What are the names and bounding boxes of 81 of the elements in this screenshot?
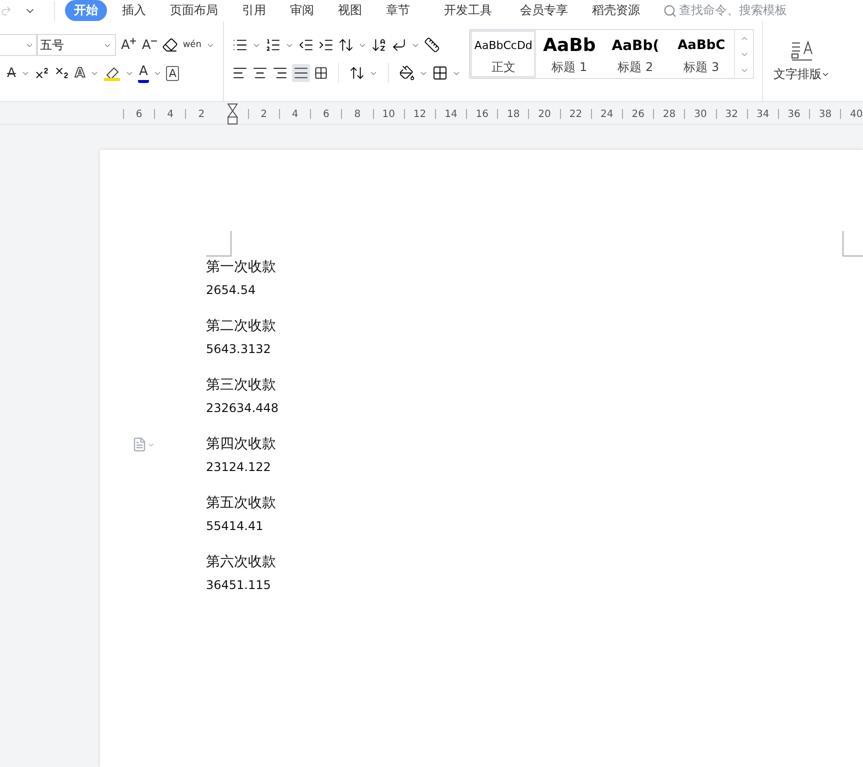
paragraph-text: 第三次收款: [206, 376, 277, 394]
decrease-indent-icon[interactable]: [298, 37, 314, 53]
ruler-label: 20: [528, 109, 560, 119]
ruler-label: 22: [560, 109, 591, 119]
character-border-button[interactable]: A: [166, 66, 180, 80]
style-option[interactable]: AaBb( 标题 2: [602, 30, 668, 78]
ruler-label: 40: [840, 109, 863, 119]
grow-font-button[interactable]: A: [120, 36, 137, 54]
menu-tab[interactable]: 章节: [377, 0, 419, 21]
ruler-label: 36: [778, 109, 810, 119]
style-option[interactable]: AaBb 标题 1: [536, 30, 602, 78]
paragraph-text: 232634.448: [206, 401, 280, 415]
margin-corner-icon: [206, 231, 232, 257]
paragraph-text: 36451.115: [206, 578, 272, 592]
text-layout-icon[interactable]: [790, 40, 814, 62]
style-option[interactable]: AaBbCcDd 正文: [470, 30, 536, 78]
subscript-icon[interactable]: [54, 65, 70, 81]
ruler-label: 34: [746, 109, 778, 119]
ruler-icon[interactable]: [424, 37, 440, 53]
ruler-label: 6: [310, 109, 342, 119]
align-left-icon[interactable]: [232, 65, 248, 81]
menu-tab[interactable]: 会员专享: [511, 0, 577, 21]
ruler-label: 4: [278, 109, 310, 119]
borders-icon[interactable]: [432, 65, 448, 81]
sort-icon[interactable]: [371, 37, 388, 53]
ruler-label: 24: [590, 109, 622, 119]
menu-tab[interactable]: 开发工具: [435, 0, 501, 21]
line-break-icon[interactable]: [391, 37, 408, 53]
shrink-font-button[interactable]: A: [140, 36, 158, 54]
ruler-label: 14: [434, 109, 466, 119]
ruler-label: 18: [497, 109, 528, 119]
numbered-list-icon[interactable]: [265, 37, 282, 53]
eraser-icon[interactable]: [162, 37, 178, 53]
menu-tab[interactable]: 插入: [113, 0, 155, 21]
ruler-label: 10: [372, 109, 404, 119]
align-center-icon[interactable]: [252, 65, 268, 81]
paragraph-text: 第二次收款: [206, 317, 277, 335]
menu-tab[interactable]: 稻壳资源: [583, 0, 649, 21]
paragraph-text: 第一次收款: [206, 258, 277, 276]
strikethrough-button[interactable]: A: [6, 64, 17, 82]
menu-tab[interactable]: 引用: [233, 0, 275, 21]
paragraph-text: 5643.3132: [206, 342, 272, 356]
phonetic-button[interactable]: wén: [182, 40, 202, 50]
line-spacing-icon[interactable]: [349, 65, 366, 81]
ruler-label: 26: [622, 109, 654, 119]
ruler-label: 6: [123, 109, 154, 119]
paragraph-text: 23124.122: [206, 460, 272, 474]
menu-tab[interactable]: 视图: [329, 0, 371, 21]
style-option[interactable]: AaBbC 标题 3: [668, 30, 734, 78]
text-effect-button[interactable]: A: [74, 64, 86, 82]
text-layout-button[interactable]: 文字排版: [773, 66, 830, 82]
ruler-label: 4: [154, 109, 186, 119]
ruler-label: 2: [185, 109, 217, 119]
ruler-label: 8: [341, 109, 372, 119]
ruler-label: 32: [716, 109, 747, 119]
paragraph-text: 2654.54: [206, 283, 257, 297]
ruler-label: 38: [809, 109, 840, 119]
menu-tab[interactable]: 审阅: [281, 0, 323, 21]
highlighter-icon[interactable]: [102, 65, 121, 81]
increase-indent-icon[interactable]: [318, 37, 334, 53]
ruler-label: 30: [684, 109, 716, 119]
paragraph-text: 第六次收款: [206, 553, 277, 571]
margin-corner-icon: [842, 231, 863, 257]
font-size-field[interactable]: 五号: [36, 34, 116, 56]
font-name-field[interactable]: [0, 34, 38, 56]
search-icon: [663, 4, 677, 18]
paragraph-text: 55414.41: [206, 519, 264, 533]
menu-tab[interactable]: 页面布局: [161, 0, 227, 21]
align-right-icon[interactable]: [272, 65, 288, 81]
ruler-label: 28: [653, 109, 684, 119]
shading-icon[interactable]: [399, 65, 416, 81]
superscript-icon[interactable]: [34, 65, 50, 81]
paragraph-text: 第五次收款: [206, 494, 277, 512]
ruler-label: 12: [404, 109, 435, 119]
paragraph-text: 第四次收款: [206, 435, 277, 453]
ruler-label: 2: [248, 109, 279, 119]
justify-button[interactable]: [292, 64, 310, 82]
ruler-label: 16: [466, 109, 498, 119]
text-direction-icon[interactable]: [338, 37, 354, 53]
plus-icon: [130, 38, 136, 46]
font-color-button[interactable]: A: [138, 64, 149, 82]
